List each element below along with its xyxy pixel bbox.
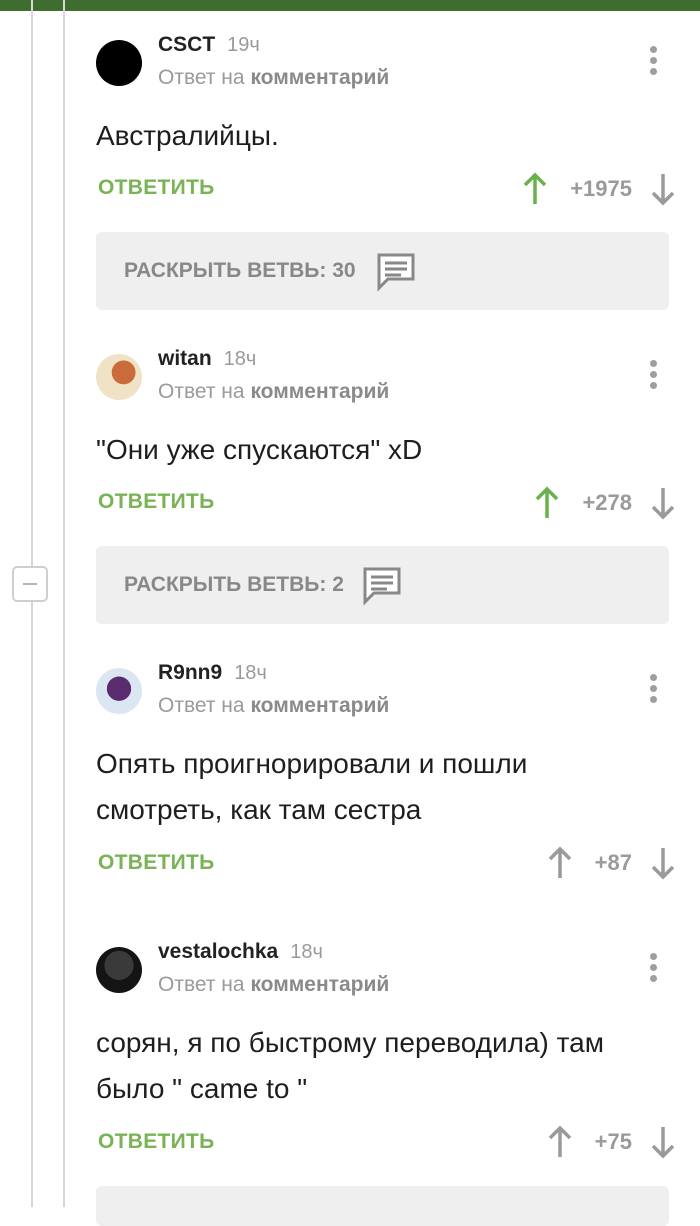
username[interactable]: witan 18ч bbox=[158, 347, 256, 371]
vote-block: +278 bbox=[534, 485, 676, 521]
avatar[interactable] bbox=[96, 40, 142, 86]
avatar[interactable] bbox=[96, 668, 142, 714]
more-icon[interactable] bbox=[650, 360, 664, 393]
comment-text: сорян, я по быстрому переводила) там было… bbox=[96, 1027, 604, 1104]
comment: R9nn9 18ч Ответ на комментарий Опять прои… bbox=[96, 661, 676, 888]
collapse-icon[interactable] bbox=[12, 566, 48, 602]
score: +278 bbox=[582, 490, 632, 515]
reply-button[interactable]: ОТВЕТИТЬ bbox=[98, 176, 215, 200]
score: +87 bbox=[594, 850, 632, 875]
downvote-icon[interactable] bbox=[650, 846, 676, 880]
reply-to-link[interactable]: комментарий bbox=[250, 66, 389, 89]
username[interactable]: CSCT 19ч bbox=[158, 33, 260, 57]
score: +1975 bbox=[570, 176, 632, 201]
username[interactable]: vestalochka 18ч bbox=[158, 940, 323, 964]
top-bar bbox=[0, 0, 700, 11]
downvote-icon[interactable] bbox=[650, 1125, 676, 1159]
more-icon[interactable] bbox=[650, 953, 664, 986]
expand-thread-label: РАСКРЫТЬ ВЕТВЬ: 30 bbox=[124, 259, 356, 282]
reply-button[interactable]: ОТВЕТИТЬ bbox=[98, 851, 215, 875]
reply-button[interactable]: ОТВЕТИТЬ bbox=[98, 490, 215, 514]
expand-thread-label: РАСКРЫТЬ ВЕТВЬ: 2 bbox=[124, 573, 344, 596]
reply-to-link[interactable]: комментарий bbox=[250, 973, 389, 996]
timestamp: 18ч bbox=[223, 348, 257, 370]
reply-to: Ответ на комментарий bbox=[158, 694, 390, 717]
expand-thread-button[interactable]: РАСКРЫТЬ ВЕТВЬ: 30 bbox=[96, 232, 669, 310]
downvote-icon[interactable] bbox=[650, 172, 676, 206]
comment-text: "Они уже спускаются" xD bbox=[96, 434, 423, 465]
upvote-icon[interactable] bbox=[522, 172, 548, 206]
username[interactable]: R9nn9 18ч bbox=[158, 661, 267, 685]
reply-to: Ответ на комментарий bbox=[158, 66, 390, 89]
avatar[interactable] bbox=[96, 354, 142, 400]
upvote-icon[interactable] bbox=[547, 846, 573, 880]
comment-text: Австралийцы. bbox=[96, 120, 279, 151]
timestamp: 18ч bbox=[290, 941, 323, 963]
vote-block: +75 bbox=[547, 1124, 676, 1160]
reply-to-link[interactable]: комментарий bbox=[250, 694, 389, 717]
expand-thread-button[interactable] bbox=[96, 1186, 669, 1226]
comment-bubble-icon bbox=[363, 567, 401, 606]
reply-button[interactable]: ОТВЕТИТЬ bbox=[98, 1130, 215, 1154]
reply-to: Ответ на комментарий bbox=[158, 973, 390, 996]
thread-line-inner bbox=[63, 0, 65, 1207]
thread-line bbox=[31, 602, 33, 1207]
downvote-icon[interactable] bbox=[650, 486, 676, 520]
vote-block: +87 bbox=[547, 845, 676, 881]
timestamp: 19ч bbox=[227, 34, 260, 56]
more-icon[interactable] bbox=[650, 46, 664, 79]
timestamp: 18ч bbox=[234, 662, 267, 684]
expand-thread-button[interactable]: РАСКРЫТЬ ВЕТВЬ: 2 bbox=[96, 546, 669, 624]
comment-text: Опять проигнорировали и пошли смотреть, к… bbox=[96, 748, 528, 825]
more-icon[interactable] bbox=[650, 674, 664, 707]
vote-block: +1975 bbox=[522, 171, 676, 207]
upvote-icon[interactable] bbox=[534, 486, 560, 520]
avatar[interactable] bbox=[96, 947, 142, 993]
thread-line bbox=[31, 0, 33, 566]
upvote-icon[interactable] bbox=[547, 1125, 573, 1159]
comment-bubble-icon bbox=[377, 253, 415, 292]
score: +75 bbox=[594, 1129, 632, 1154]
comment: CSCT 19ч Ответ на комментарий Австралийцы… bbox=[96, 33, 676, 210]
reply-to-link[interactable]: комментарий bbox=[250, 380, 389, 403]
comment: witan 18ч Ответ на комментарий "Они уже с… bbox=[96, 347, 676, 524]
reply-to: Ответ на комментарий bbox=[158, 380, 390, 403]
comment: vestalochka 18ч Ответ на комментарий соря… bbox=[96, 940, 676, 1167]
